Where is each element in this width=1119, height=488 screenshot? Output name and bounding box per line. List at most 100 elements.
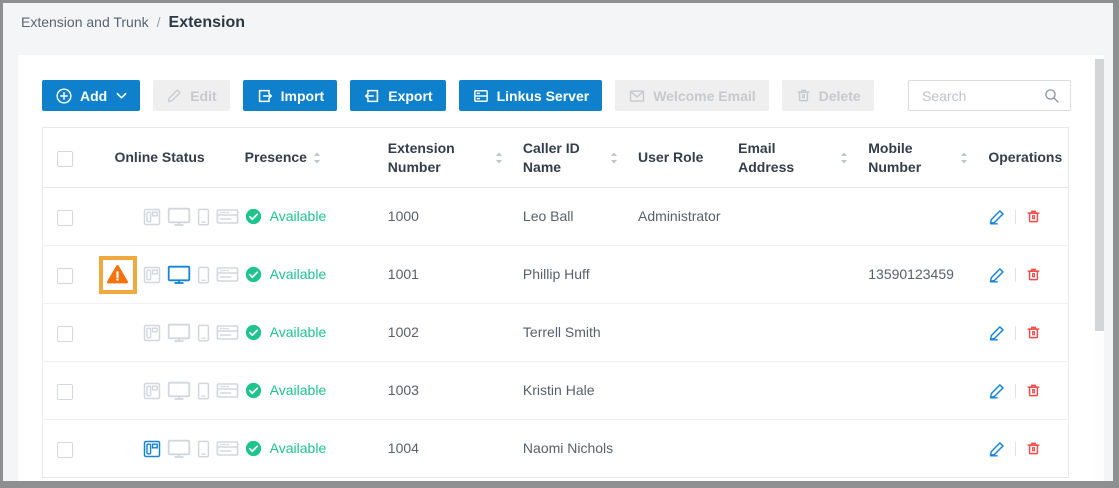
warning-highlight-box[interactable] (99, 256, 137, 294)
user-role (626, 362, 726, 420)
caller-id-name: Phillip Huff (511, 246, 626, 304)
export-icon (363, 87, 381, 105)
row-checkbox[interactable] (57, 326, 73, 342)
row-checkbox[interactable] (57, 384, 73, 400)
presence-status: Available (245, 323, 368, 341)
table-header-row: Online Status Presence Extension Number … (43, 128, 1069, 188)
extension-table: Online Status Presence Extension Number … (42, 127, 1069, 478)
sort-icon[interactable] (495, 152, 503, 164)
select-all-checkbox[interactable] (57, 151, 73, 167)
web-client-icon (216, 382, 239, 399)
add-button[interactable]: Add (42, 80, 140, 111)
scrollbar-thumb[interactable] (1095, 59, 1104, 331)
welcome-email-button-label: Welcome Email (653, 88, 755, 104)
presence-status: Available (245, 207, 368, 225)
delete-button-label: Delete (819, 88, 861, 104)
vertical-scrollbar[interactable] (1095, 55, 1104, 481)
pencil-icon (166, 87, 183, 104)
edit-icon[interactable] (988, 208, 1006, 226)
mobile-number: 13590123459 (856, 246, 976, 304)
delete-icon[interactable] (1025, 440, 1042, 457)
warning-icon[interactable] (106, 263, 129, 286)
breadcrumb-parent[interactable]: Extension and Trunk (21, 14, 149, 30)
chevron-down-icon (116, 92, 127, 100)
edit-icon[interactable] (988, 382, 1006, 400)
search-input[interactable] (920, 87, 1043, 105)
plus-circle-icon (55, 87, 73, 105)
email-address (726, 246, 856, 304)
check-circle-icon (245, 382, 262, 399)
export-button[interactable]: Export (350, 80, 445, 111)
edit-icon[interactable] (988, 440, 1006, 458)
header-email-address[interactable]: Email Address (726, 128, 856, 188)
content-card: Add Edit Import Export Linkus Server (18, 55, 1095, 481)
online-status-cell (99, 372, 225, 410)
caller-id-name: Terrell Smith (511, 304, 626, 362)
caller-id-name: Naomi Nichols (511, 420, 626, 478)
caller-id-name: Leo Ball (511, 188, 626, 246)
mobile-phone-icon (197, 208, 210, 226)
desktop-monitor-icon (167, 381, 191, 401)
desk-phone-icon (143, 324, 161, 342)
check-circle-icon (245, 266, 262, 283)
desktop-monitor-icon (167, 265, 191, 285)
header-extension-number[interactable]: Extension Number (376, 128, 511, 188)
online-status-cell (99, 430, 225, 468)
mobile-number (856, 362, 976, 420)
online-status-cell (99, 198, 225, 236)
linkus-server-button[interactable]: Linkus Server (459, 80, 603, 111)
import-button-label: Import (281, 88, 325, 104)
mobile-number (856, 188, 976, 246)
caller-id-name: Kristin Hale (511, 362, 626, 420)
user-role (626, 246, 726, 304)
header-mobile-number[interactable]: Mobile Number (856, 128, 976, 188)
user-role: Administrator (626, 188, 726, 246)
breadcrumb-separator: / (157, 14, 161, 30)
email-address (726, 304, 856, 362)
delete-icon[interactable] (1025, 208, 1042, 225)
envelope-icon (628, 87, 646, 105)
table-row: Available 1003 Kristin Hale (43, 362, 1069, 420)
sort-icon[interactable] (960, 152, 968, 164)
trash-icon (795, 87, 812, 104)
edit-button: Edit (153, 80, 229, 111)
row-checkbox[interactable] (57, 268, 73, 284)
sort-icon[interactable] (840, 152, 848, 164)
header-presence[interactable]: Presence (233, 128, 376, 188)
web-client-icon (216, 324, 239, 341)
web-client-icon (216, 440, 239, 457)
presence-status: Available (245, 439, 368, 457)
edit-icon[interactable] (988, 266, 1006, 284)
delete-icon[interactable] (1025, 324, 1042, 341)
check-circle-icon (245, 324, 262, 341)
page-title: Extension (169, 14, 245, 32)
user-role (626, 304, 726, 362)
toolbar: Add Edit Import Export Linkus Server (18, 55, 1095, 111)
edit-icon[interactable] (988, 324, 1006, 342)
sort-icon[interactable] (610, 152, 618, 164)
desk-phone-icon (143, 208, 161, 226)
row-checkbox[interactable] (57, 442, 73, 458)
user-role (626, 420, 726, 478)
row-checkbox[interactable] (57, 210, 73, 226)
check-circle-icon (245, 440, 262, 457)
extension-number: 1004 (376, 420, 511, 478)
mobile-phone-icon (197, 324, 210, 342)
email-address (726, 188, 856, 246)
add-button-label: Add (80, 88, 107, 104)
email-address (726, 362, 856, 420)
table-row: Available 1001 Phillip Huff 13590123459 (43, 246, 1069, 304)
delete-button: Delete (782, 80, 874, 111)
delete-icon[interactable] (1025, 382, 1042, 399)
header-operations: Operations (976, 128, 1068, 188)
web-client-icon (216, 266, 239, 283)
mobile-phone-icon (197, 266, 210, 284)
app-window: Extension and Trunk / Extension Add Edit… (0, 0, 1119, 488)
extension-number: 1000 (376, 188, 511, 246)
online-status-cell (99, 256, 225, 294)
export-button-label: Export (388, 88, 432, 104)
import-button[interactable]: Import (243, 80, 338, 111)
delete-icon[interactable] (1025, 266, 1042, 283)
sort-icon[interactable] (313, 152, 321, 164)
header-caller-id-name[interactable]: Caller ID Name (511, 128, 626, 188)
